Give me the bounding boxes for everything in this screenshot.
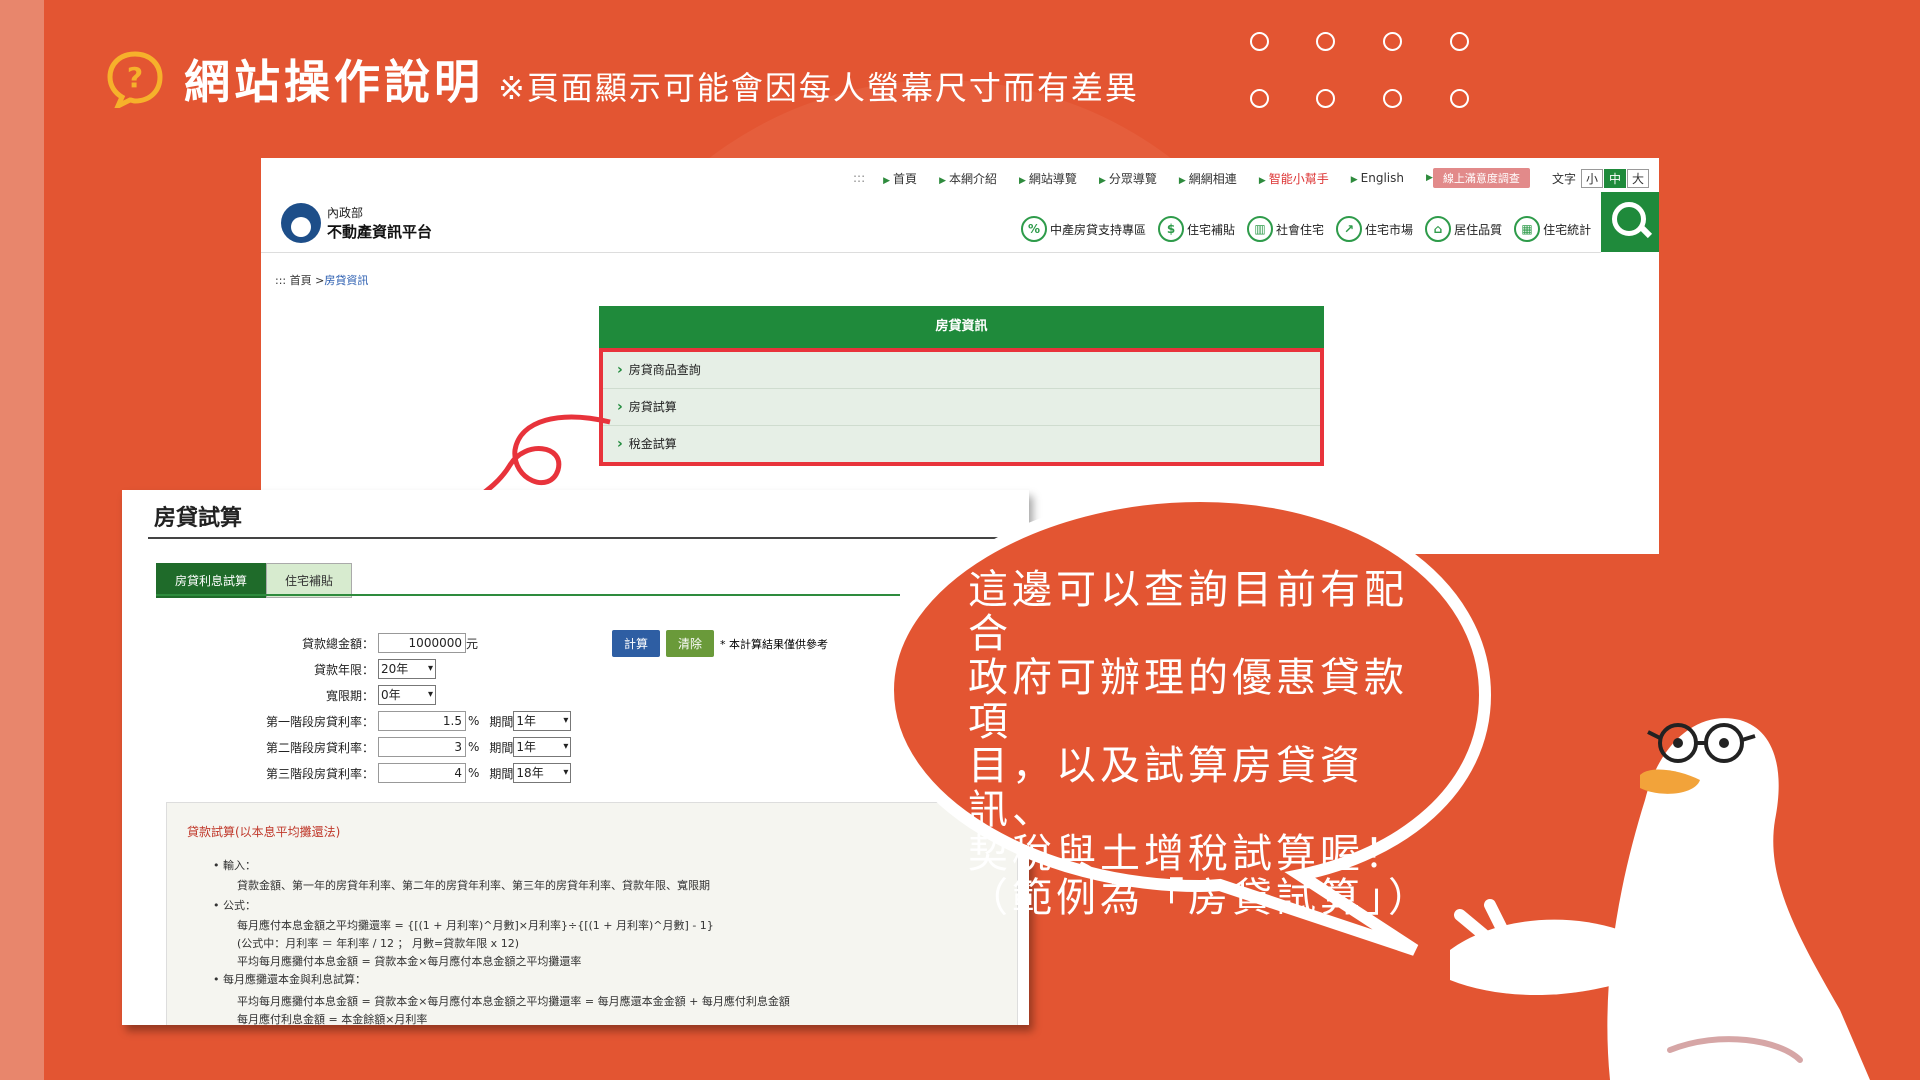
menu-item-tax-calc[interactable]: 稅金試算 <box>603 426 1320 462</box>
rate1-input[interactable]: 1.5 <box>378 711 466 731</box>
calculator-actions: 計算 清除 * 本計算結果僅供參考 <box>612 630 828 657</box>
rate2-period-select[interactable]: 1年 <box>513 737 572 757</box>
topnav-links[interactable]: 網網相連 <box>1179 170 1237 187</box>
logo-line1: 內政部 <box>327 206 364 220</box>
category-nav: % 中產房貸支持專區 $ 住宅補貼 ▥ 社會住宅 ↗ 住宅市場 ⌂ 居住品質 ▦ 住宅統計 <box>1021 216 1603 242</box>
category-social-housing[interactable]: ▥ 社會住宅 <box>1247 216 1324 242</box>
topnav-english[interactable]: English <box>1351 171 1404 185</box>
category-living-quality[interactable]: ⌂ 居住品質 <box>1425 216 1502 242</box>
menu-item-product-query[interactable]: 房貸商品查詢 <box>603 352 1320 389</box>
search-button[interactable] <box>1601 192 1659 252</box>
top-nav: ::: 首頁 本網介紹 網站導覽 分眾導覽 網網相連 智能小幫手 English… <box>853 166 1649 190</box>
rate1-period-select[interactable]: 1年 <box>513 711 572 731</box>
rate3-period-select[interactable]: 18年 <box>513 763 572 783</box>
logo-line2: 不動產資訊平台 <box>327 223 433 241</box>
mortgage-info-panel: 房貸資訊 房貸商品查詢 房貸試算 稅金試算 <box>599 306 1324 466</box>
rate3-input[interactable]: 4 <box>378 763 466 783</box>
tab-mortgage-interest[interactable]: 房貸利息試算 <box>156 563 267 598</box>
calculator-tabs: 房貸利息試算 住宅補貼 <box>156 563 353 598</box>
disclaimer-note: * 本計算結果僅供參考 <box>720 637 829 651</box>
rate2-label: 第二階段房貸利率： <box>265 740 374 755</box>
breadcrumb: ::: 首頁 >房貸資訊 <box>275 274 369 287</box>
font-size-medium[interactable]: 中 <box>1603 168 1626 188</box>
tab-underline <box>156 594 900 596</box>
topnav-prefix: ::: <box>852 171 866 185</box>
breadcrumb-home[interactable]: 首頁 <box>290 274 312 287</box>
topnav-about[interactable]: 本網介紹 <box>939 170 997 187</box>
ministry-logo-icon <box>281 203 321 243</box>
topnav-assistant[interactable]: 智能小幫手 <box>1259 170 1329 187</box>
topnav-audience[interactable]: 分眾導覽 <box>1099 170 1157 187</box>
building-icon: ▥ <box>1247 216 1274 242</box>
explanation-title: 貸款試算(以本息平均攤還法) <box>187 825 341 839</box>
category-housing-stats[interactable]: ▦ 住宅統計 <box>1514 216 1591 242</box>
category-mortgage-support[interactable]: % 中產房貸支持專區 <box>1021 216 1146 242</box>
percent-icon: % <box>1021 216 1047 242</box>
font-size-switcher: 文字 小 中 大 <box>1551 168 1649 188</box>
calculate-button[interactable]: 計算 <box>612 630 661 657</box>
calculator-heading: 房貸試算 <box>154 506 243 531</box>
panel-title: 房貸資訊 <box>599 306 1324 348</box>
grace-select[interactable]: 0年 <box>378 685 436 705</box>
page-title: 網站操作說明 <box>184 55 484 109</box>
font-size-label: 文字 <box>1551 171 1576 186</box>
chart-icon: ↗ <box>1336 216 1363 242</box>
grace-label: 寬限期： <box>325 688 374 703</box>
rate1-label: 第一階段房貸利率： <box>265 714 374 729</box>
category-housing-market[interactable]: ↗ 住宅市場 <box>1336 216 1413 242</box>
question-bubble-icon: ? <box>107 51 163 108</box>
heading-rule <box>148 537 998 539</box>
calculator-form: 貸款總金額： 1000000 元 貸款年限： 20年 寬限期： 0年 第一階段房… <box>192 630 572 786</box>
title-bar: ? 網站操作說明 ※頁面顯示可能會因每人螢幕尺寸而有差異 <box>106 44 1139 114</box>
site-logo[interactable]: 內政部 不動產資訊平台 <box>281 203 432 243</box>
font-size-small[interactable]: 小 <box>1580 168 1603 188</box>
house-icon: ⌂ <box>1425 216 1452 242</box>
header-divider <box>261 252 1601 253</box>
category-housing-subsidy[interactable]: $ 住宅補貼 <box>1158 216 1235 242</box>
font-size-large[interactable]: 大 <box>1626 168 1649 188</box>
stats-icon: ▦ <box>1514 216 1541 242</box>
dollar-icon: $ <box>1158 216 1185 242</box>
svg-text:?: ? <box>127 61 143 94</box>
loan-amount-label: 貸款總金額： <box>301 636 374 651</box>
arrow-icon: ▶ <box>1426 173 1433 183</box>
goose-mascot-icon <box>1450 718 1870 1080</box>
loan-amount-unit: 元 <box>466 636 479 651</box>
topnav-sitemap[interactable]: 網站導覽 <box>1019 170 1077 187</box>
rate3-label: 第三階段房貸利率： <box>265 766 374 781</box>
page-subtitle: ※頁面顯示可能會因每人螢幕尺寸而有差異 <box>498 69 1139 107</box>
loan-years-label: 貸款年限： <box>313 662 374 677</box>
left-band <box>0 0 44 1080</box>
bubble-text: 這邊可以查詢目前有配合 政府可辦理的優惠貸款項 目，以及試算房貸資訊、 契稅與土… <box>968 567 1432 921</box>
topnav-home[interactable]: 首頁 <box>883 170 917 187</box>
decorative-dots <box>1250 32 1490 112</box>
rate2-input[interactable]: 3 <box>378 737 466 757</box>
clear-button[interactable]: 清除 <box>666 630 715 657</box>
breadcrumb-current[interactable]: 房貸資訊 <box>324 274 368 287</box>
tab-housing-subsidy[interactable]: 住宅補貼 <box>266 563 353 598</box>
loan-years-select[interactable]: 20年 <box>378 659 436 679</box>
menu-item-mortgage-calc[interactable]: 房貸試算 <box>603 389 1320 426</box>
loan-amount-input[interactable]: 1000000 <box>378 633 466 653</box>
highlight-box: 房貸商品查詢 房貸試算 稅金試算 <box>599 348 1324 466</box>
survey-button[interactable]: 線上滿意度調查 <box>1432 168 1530 188</box>
